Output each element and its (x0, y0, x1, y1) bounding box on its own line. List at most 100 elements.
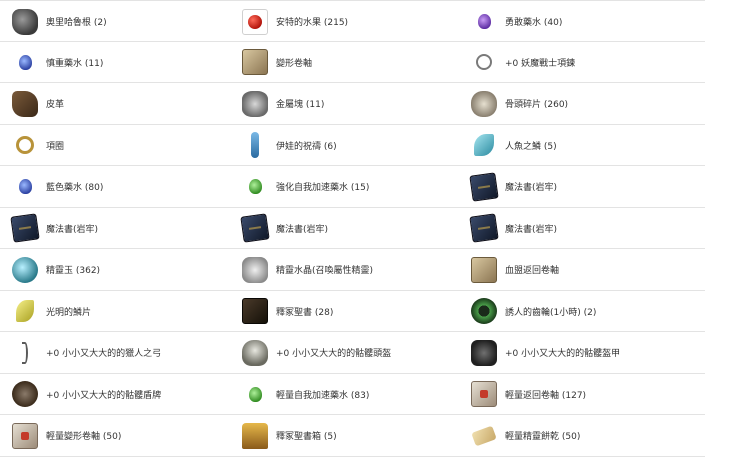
inventory-item[interactable]: 人魚之鱗 (5) (471, 125, 557, 166)
item-label: 伊娃的祝禱 (6) (276, 141, 337, 152)
item-label: 勇敢藥水 (40) (505, 18, 563, 28)
inventory-item[interactable]: 輕量變形卷軸 (50) (12, 415, 121, 456)
inventory-item[interactable]: 魔法書(岩牢) (240, 208, 329, 249)
inventory-item[interactable]: 金屬塊 (11) (242, 83, 324, 124)
blue-potion-icon (12, 174, 38, 200)
item-label: 藍色藥水 (80) (46, 183, 104, 193)
skull-armor-icon (471, 339, 497, 366)
inventory-item[interactable]: 精靈玉 (362) (12, 249, 100, 290)
inventory-item[interactable]: 血盟返回卷軸 (471, 249, 559, 290)
item-label: 金屬塊 (11) (276, 100, 325, 110)
mermaid-scale-icon (474, 134, 494, 156)
spellbook-icon (240, 213, 270, 243)
inventory-grid: 奧里哈魯根 (2) 安特的水果 (215) 勇敢藥水 (40) 慎重藥水 (11) 變形… (0, 0, 705, 457)
item-label: 魔法書(岩牢) (505, 224, 558, 235)
inventory-item[interactable]: 藍色藥水 (80) (12, 166, 103, 207)
item-label: 輕量自我加速藥水 (83) (276, 390, 370, 401)
inventory-item[interactable]: 變形卷軸 (242, 42, 312, 83)
inventory-item[interactable]: 安特的水果 (215) (242, 1, 348, 42)
item-label: 慎重藥水 (11) (46, 58, 104, 69)
leather-icon (12, 90, 38, 117)
inventory-item[interactable]: +0 小小又大大的的獵人之弓 (12, 332, 161, 373)
inventory-row: +0 小小又大大的的骷髏盾牌 輕量自我加速藥水 (83) 輕量返回卷軸 (127) (0, 374, 705, 415)
item-label: 釋冢聖書箱 (5) (276, 432, 337, 442)
inventory-row: 藍色藥水 (80) 強化自我加速藥水 (15) 魔法書(岩牢) (0, 166, 705, 208)
inventory-item[interactable]: 勇敢藥水 (40) (471, 1, 562, 42)
light-scale-icon (16, 300, 34, 322)
inventory-row: 項圈 伊娃的祝禱 (6) 人魚之鱗 (5) (0, 125, 705, 166)
spellbook-icon (469, 213, 499, 243)
inventory-item[interactable]: 輕量精靈餅乾 (50) (471, 415, 580, 456)
inventory-row: 慎重藥水 (11) 變形卷軸 +0 妖魔戰士項鍊 (0, 42, 705, 83)
item-label: 精靈水晶(召喚屬性精靈) (276, 266, 374, 276)
inventory-row: 精靈玉 (362) 精靈水晶(召喚屬性精靈) 血盟返回卷軸 (0, 249, 705, 291)
item-label: 魔法書(岩牢) (276, 224, 329, 235)
item-label: +0 小小又大大的的骷髏盔甲 (505, 349, 621, 359)
item-label: 魔法書(岩牢) (505, 183, 558, 193)
apple-icon (242, 8, 268, 35)
item-label: 輕量返回卷軸 (127) (505, 390, 587, 401)
inventory-item[interactable]: 釋冢聖書 (28) (242, 291, 333, 332)
inventory-item[interactable]: 魔法書(岩牢) (469, 166, 558, 207)
ore-icon (12, 8, 38, 35)
inventory-item[interactable]: 精靈水晶(召喚屬性精靈) (242, 249, 373, 290)
spirit-crystal-icon (242, 256, 268, 283)
inventory-item[interactable]: 光明的鱗片 (12, 291, 91, 332)
item-label: +0 小小又大大的的骷髏盾牌 (46, 390, 162, 401)
item-label: 誘人的齒輪(1小時) (2) (505, 307, 597, 318)
inventory-row: 輕量變形卷軸 (50) 釋冢聖書箱 (5) 輕量精靈餅乾 (50) (0, 415, 705, 457)
item-label: 輕量精靈餅乾 (50) (505, 432, 581, 442)
item-label: 骨頭碎片 (260) (505, 100, 569, 110)
inventory-item[interactable]: 伊娃的祝禱 (6) (242, 125, 337, 166)
blood-pledge-scroll-icon (471, 256, 497, 283)
blue-potion-icon (12, 49, 38, 75)
item-label: 魔法書(岩牢) (46, 224, 99, 235)
metal-ingot-icon (242, 90, 268, 117)
treasure-chest-icon (242, 422, 268, 449)
inventory-item[interactable]: 強化自我加速藥水 (15) (242, 166, 369, 207)
item-label: 人魚之鱗 (5) (505, 141, 557, 152)
spellbook-icon (10, 213, 40, 243)
inventory-item[interactable]: 項圈 (12, 125, 64, 166)
inventory-item[interactable]: 慎重藥水 (11) (12, 42, 103, 83)
inventory-item[interactable]: +0 妖魔戰士項鍊 (471, 42, 575, 83)
inventory-item[interactable]: 魔法書(岩牢) (469, 208, 558, 249)
purple-potion-icon (471, 9, 497, 35)
inventory-item[interactable]: 骨頭碎片 (260) (471, 83, 568, 124)
item-label: 奧里哈魯根 (2) (46, 18, 107, 28)
blessing-icon (251, 132, 259, 158)
inventory-item[interactable]: +0 小小又大大的的骷髏頭盔 (242, 332, 391, 373)
polymorph-scroll-icon (12, 422, 38, 449)
item-label: 釋冢聖書 (28) (276, 307, 334, 318)
inventory-item[interactable]: 魔法書(岩牢) (10, 208, 99, 249)
item-label: 血盟返回卷軸 (505, 266, 560, 276)
skull-shield-icon (12, 381, 38, 407)
green-potion-icon (242, 174, 268, 200)
return-scroll-icon (471, 381, 497, 407)
inventory-item[interactable]: +0 小小又大大的的骷髏盔甲 (471, 332, 620, 373)
item-label: +0 妖魔戰士項鍊 (505, 58, 576, 69)
item-label: 輕量變形卷軸 (50) (46, 432, 122, 442)
item-label: 光明的鱗片 (46, 307, 92, 318)
item-label: 安特的水果 (215) (276, 18, 349, 28)
green-potion-icon (242, 381, 268, 407)
item-label: +0 小小又大大的的獵人之弓 (46, 349, 162, 359)
inventory-item[interactable]: 釋冢聖書箱 (5) (242, 415, 337, 456)
inventory-item[interactable]: 奧里哈魯根 (2) (12, 1, 107, 42)
item-label: 項圈 (46, 141, 65, 152)
inventory-row: 皮革 金屬塊 (11) 骨頭碎片 (260) (0, 83, 705, 125)
spirit-gem-icon (12, 256, 38, 283)
inventory-row: 魔法書(岩牢) 魔法書(岩牢) 魔法書(岩牢) (0, 208, 705, 249)
inventory-item[interactable]: +0 小小又大大的的骷髏盾牌 (12, 374, 161, 415)
elven-wafer-icon (471, 425, 497, 446)
collar-icon (12, 132, 38, 158)
inventory-row: 光明的鱗片 釋冢聖書 (28) 誘人的齒輪(1小時) (2) (0, 291, 705, 332)
inventory-item[interactable]: 輕量自我加速藥水 (83) (242, 374, 369, 415)
inventory-item[interactable]: 誘人的齒輪(1小時) (2) (471, 291, 596, 332)
inventory-item[interactable]: 皮革 (12, 83, 64, 124)
inventory-item[interactable]: 輕量返回卷軸 (127) (471, 374, 586, 415)
gear-icon (471, 298, 497, 324)
item-label: 強化自我加速藥水 (15) (276, 183, 370, 193)
bow-icon (12, 340, 38, 366)
scroll-icon (242, 49, 268, 75)
